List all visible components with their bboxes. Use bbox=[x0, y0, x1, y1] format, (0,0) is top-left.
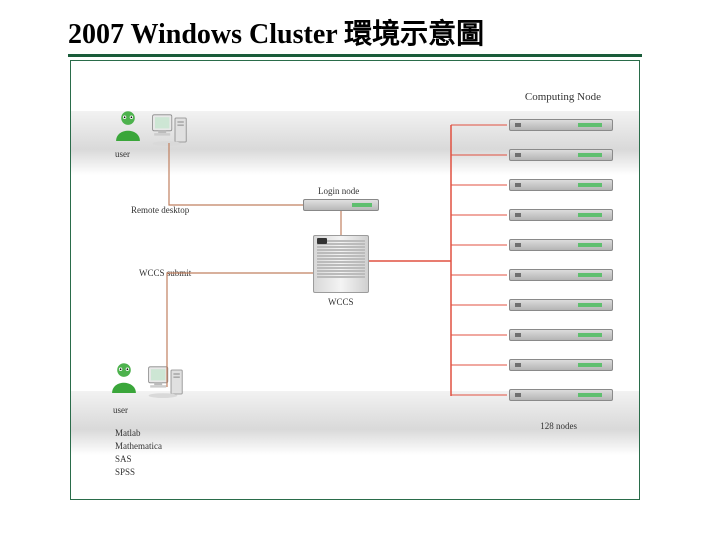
compute-node-unit bbox=[509, 389, 613, 401]
compute-node-unit bbox=[509, 239, 613, 251]
user-icon-top bbox=[111, 107, 145, 141]
compute-node-unit bbox=[509, 359, 613, 371]
compute-node-rack bbox=[509, 119, 613, 401]
compute-node-unit bbox=[509, 179, 613, 191]
user-label-bottom: user bbox=[113, 405, 128, 415]
compute-node-unit bbox=[509, 149, 613, 161]
workstation-icon-bottom bbox=[147, 365, 187, 404]
software-item: Mathematica bbox=[115, 440, 162, 453]
workstation-icon-top bbox=[151, 113, 191, 152]
wccs-label: WCCS bbox=[328, 297, 354, 307]
node-count-label: 128 nodes bbox=[540, 421, 577, 431]
user-label-top: user bbox=[115, 149, 130, 159]
software-item: Matlab bbox=[115, 427, 162, 440]
software-list: Matlab Mathematica SAS SPSS bbox=[115, 427, 162, 479]
software-item: SPSS bbox=[115, 466, 162, 479]
login-node-icon bbox=[303, 199, 379, 211]
compute-node-unit bbox=[509, 299, 613, 311]
compute-node-unit bbox=[509, 329, 613, 341]
architecture-diagram: user user Login node WCCS bbox=[70, 60, 640, 500]
page-title: 2007 Windows Cluster 環境示意圖 bbox=[68, 12, 642, 57]
compute-node-unit bbox=[509, 269, 613, 281]
compute-node-unit bbox=[509, 119, 613, 131]
wccs-submit-label: WCCS submit bbox=[139, 268, 191, 278]
software-item: SAS bbox=[115, 453, 162, 466]
remote-desktop-label: Remote desktop bbox=[131, 205, 189, 215]
computing-node-label: Computing Node bbox=[525, 91, 601, 103]
user-icon-bottom bbox=[107, 359, 141, 393]
compute-node-unit bbox=[509, 209, 613, 221]
login-node-label: Login node bbox=[318, 186, 359, 196]
wccs-server-icon bbox=[313, 235, 369, 293]
